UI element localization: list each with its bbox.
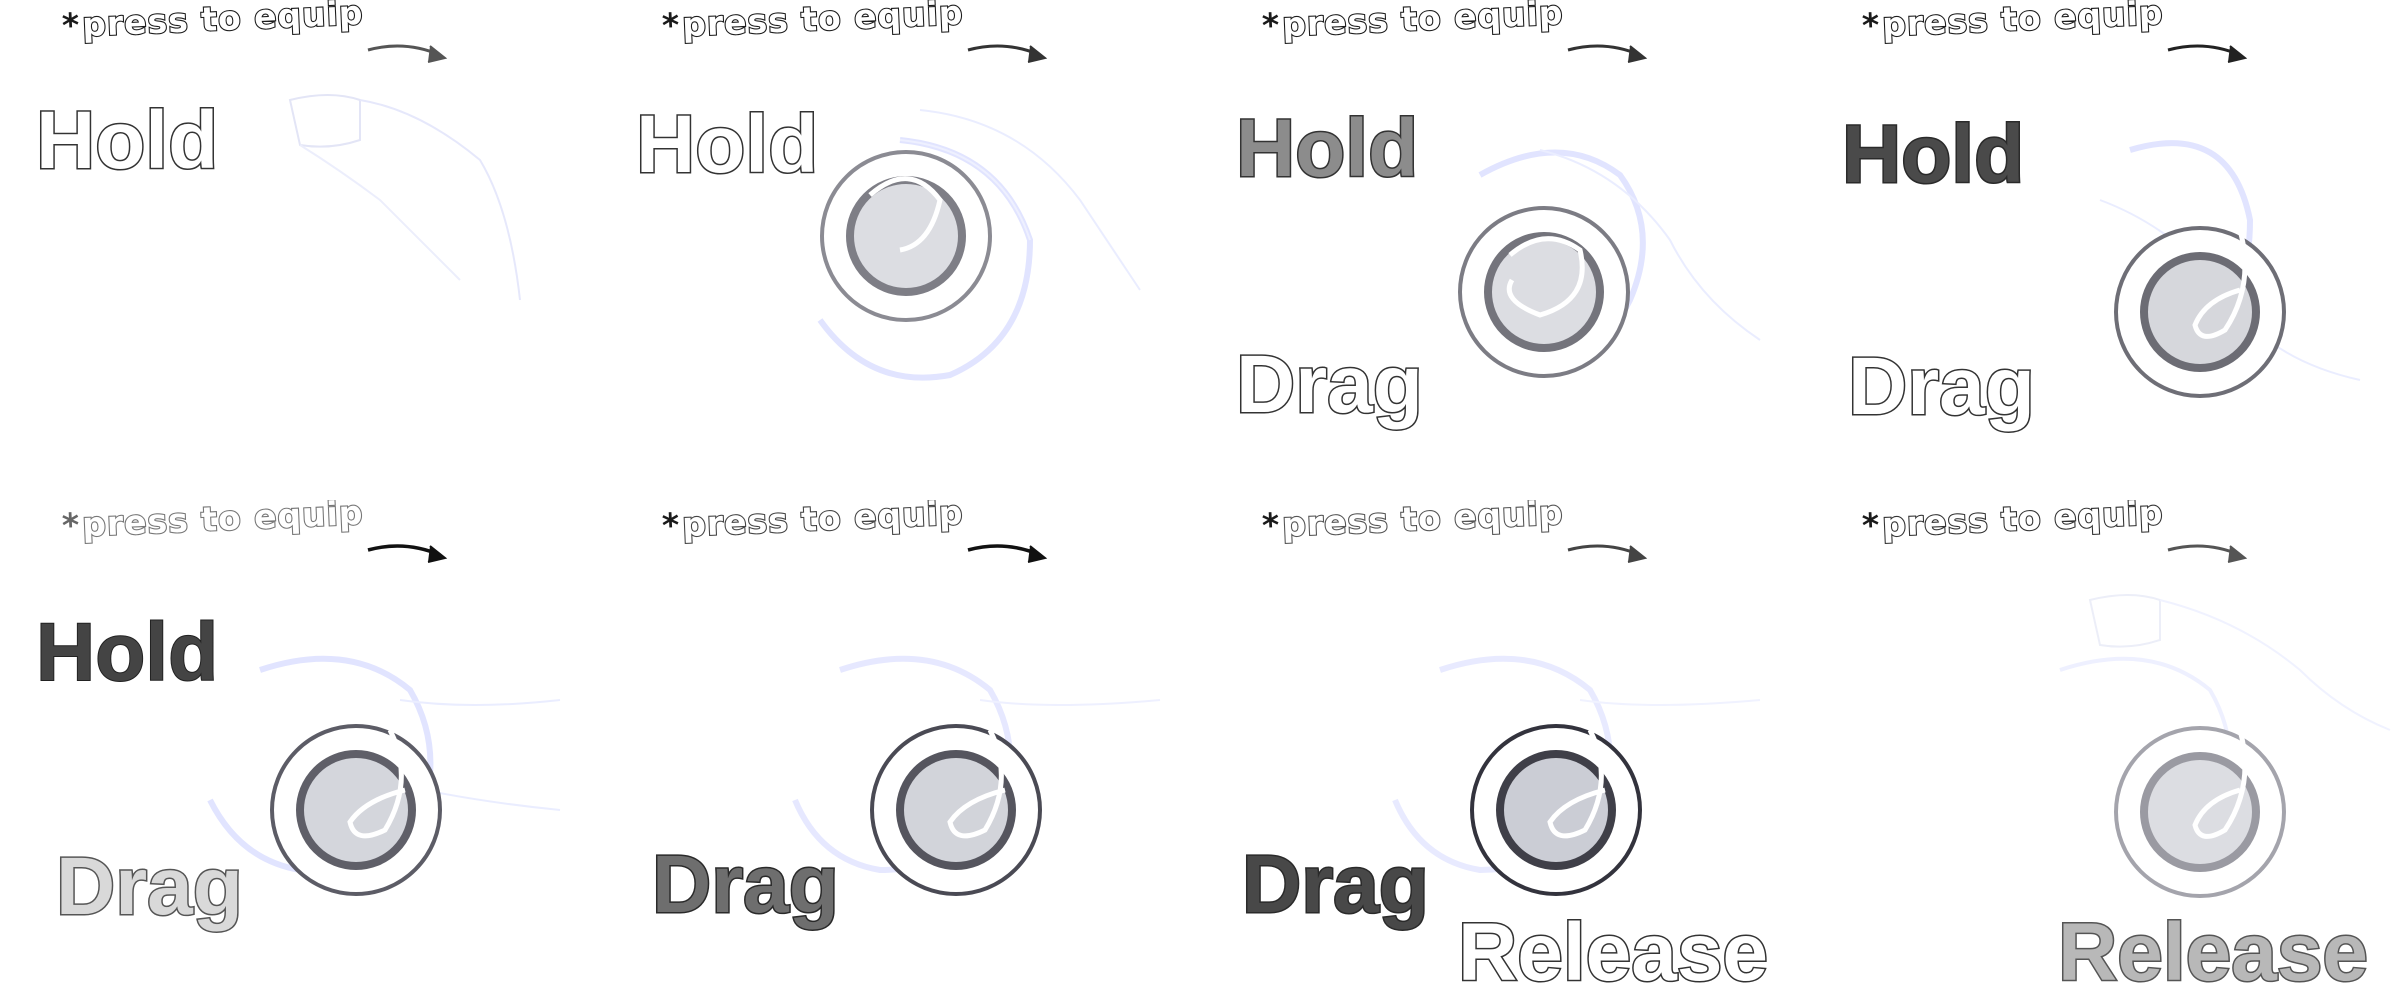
release-label: Release <box>1456 907 1769 998</box>
joystick-button-icon[interactable] <box>0 500 600 1000</box>
joystick-button-icon[interactable] <box>600 0 1200 500</box>
frame-7: *press to equip Drag Release <box>1200 500 1800 1000</box>
joystick-button-icon[interactable] <box>1800 0 2400 500</box>
frame-8: *press to equip Release <box>1800 500 2400 1000</box>
release-label: Release <box>2056 907 2369 998</box>
curved-arrow-icon <box>367 44 448 63</box>
frame-5: *press to equip Hold Drag <box>0 500 600 1000</box>
frame-4: *press to equip Hold Drag <box>1800 0 2400 500</box>
joystick-button-icon[interactable] <box>1200 0 1800 500</box>
frame-2: *press to equip Hold <box>600 0 1200 500</box>
joystick-button-icon[interactable] <box>600 500 1200 1000</box>
frame-6: *press to equip Drag <box>600 500 1200 1000</box>
frame-3: *press to equip Hold Drag <box>1200 0 1800 500</box>
hold-label: Hold <box>34 95 219 186</box>
frame-1: *press to equip Hold <box>0 0 600 500</box>
tutorial-frames-grid: *press to equip Hold *press to equip Hol… <box>0 0 2400 1000</box>
